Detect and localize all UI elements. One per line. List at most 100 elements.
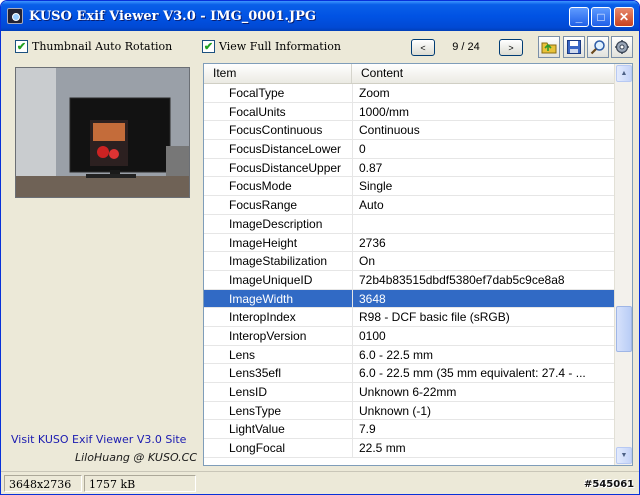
cell-item: FocusDistanceUpper (229, 160, 342, 175)
cell-item: FocusMode (229, 179, 292, 194)
table-row[interactable]: LensType Unknown (-1) (204, 401, 614, 421)
cell-item: FocusRange (229, 198, 298, 213)
thumbnail-image (15, 67, 190, 198)
view-full-information-label: View Full Information (219, 40, 341, 53)
table-row[interactable]: ImageStabilization On (204, 252, 614, 271)
minimize-button[interactable]: _ (569, 7, 589, 27)
cell-content: 0 (352, 140, 614, 158)
window-title: KUSO Exif Viewer V3.0 - IMG_0001.JPG (29, 8, 316, 24)
cell-item: ImageStabilization (229, 254, 328, 269)
cell-content: 72b4b83515dbdf5380ef7dab5c9ce8a8 (352, 270, 614, 289)
table-row[interactable]: FocusContinuous Continuous (204, 121, 614, 141)
cell-content (352, 214, 614, 233)
table-row[interactable]: FocusMode Single (204, 177, 614, 197)
view-full-information-option[interactable]: ✔ View Full Information (202, 40, 341, 53)
cell-item: FocalUnits (229, 104, 286, 119)
cell-item: ImageWidth (204, 289, 352, 308)
table-row[interactable]: Lens 6.0 - 22.5 mm (204, 345, 614, 365)
scrollbar-thumb[interactable] (616, 306, 632, 352)
zoom-icon (590, 40, 605, 55)
cell-item: FocusDistanceLower (229, 142, 342, 157)
table-row[interactable]: LensID Unknown 6-22mm (204, 383, 614, 402)
cell-content: Continuous (352, 121, 614, 140)
thumbnail-auto-rotation-label: Thumbnail Auto Rotation (32, 40, 173, 53)
table-row[interactable]: FocalType Zoom (204, 84, 614, 103)
column-header-item[interactable]: Item (204, 64, 352, 83)
column-header-content[interactable]: Content (352, 64, 614, 83)
table-row[interactable]: Lens35efl 6.0 - 22.5 mm (35 mm equivalent… (204, 364, 614, 383)
previous-image-button[interactable]: < (411, 39, 435, 56)
cell-content: 2736 (352, 233, 614, 252)
table-header: Item Content (204, 64, 614, 84)
cell-item: LensID (229, 385, 268, 399)
table-row[interactable]: InteropVersion 0100 (204, 326, 614, 346)
scroll-down-arrow-icon[interactable]: ▼ (616, 447, 632, 464)
table-row[interactable]: InteropIndex R98 - DCF basic file (sRGB) (204, 308, 614, 327)
view-full-information-checkbox[interactable]: ✔ (202, 40, 215, 53)
table-body: FocalType Zoom FocalUnits 1000/mm FocusConti… (204, 84, 614, 458)
save-button[interactable] (563, 36, 585, 58)
cell-content: Unknown 6-22mm (352, 383, 614, 401)
status-bar: 3648x2736 1757 kB (1, 471, 639, 494)
close-button[interactable]: ✕ (614, 7, 634, 27)
save-icon (567, 40, 581, 54)
table-row[interactable]: FocusRange Auto (204, 196, 614, 215)
table-row[interactable]: FocusDistanceUpper 0.87 (204, 158, 614, 178)
title-bar[interactable]: KUSO Exif Viewer V3.0 - IMG_0001.JPG _ □… (1, 1, 639, 31)
table-row[interactable]: FocusDistanceLower 0 (204, 140, 614, 159)
cell-content: R98 - DCF basic file (sRGB) (352, 308, 614, 326)
cell-content: 3648 (352, 289, 614, 308)
cell-content: 22.5 mm (352, 439, 614, 457)
cell-content: Auto (352, 196, 614, 214)
cell-item: ImageHeight (229, 235, 298, 250)
cell-item: InteropIndex (229, 310, 296, 325)
maximize-button[interactable]: □ (591, 7, 611, 27)
cell-item: ImageDescription (229, 216, 323, 231)
table-row[interactable]: ImageHeight 2736 (204, 233, 614, 253)
cell-content: On (352, 252, 614, 270)
vertical-scrollbar[interactable]: ▲ ▼ (614, 64, 632, 465)
zoom-button[interactable] (587, 36, 609, 58)
cell-item: LensType (229, 403, 282, 418)
exif-table: Item Content FocalType Zoom FocalUnits 1000… (203, 63, 633, 466)
cell-content: 1000/mm (352, 102, 614, 121)
cell-item: Lens (229, 347, 256, 362)
cell-item: FocusContinuous (229, 123, 323, 138)
camera-app-icon (7, 8, 23, 24)
open-folder-icon (541, 42, 557, 54)
visit-site-link[interactable]: Visit KUSO Exif Viewer V3.0 Site (11, 433, 186, 446)
cell-item: LongFocal (229, 441, 286, 456)
cell-item: InteropVersion (229, 328, 307, 343)
cell-content: Zoom (352, 84, 614, 102)
cell-content: Unknown (-1) (352, 401, 614, 420)
cell-content: 0.87 (352, 158, 614, 177)
table-row[interactable]: ImageDescription (204, 214, 614, 234)
cell-content: 7.9 (352, 420, 614, 439)
watermark-text: #545061 (584, 479, 635, 490)
cell-item: Lens35efl (229, 366, 282, 381)
table-row[interactable]: ImageWidth 3648 (204, 289, 614, 309)
next-image-button[interactable]: > (499, 39, 523, 56)
image-dimensions: 3648x2736 (4, 475, 82, 492)
settings-icon (615, 40, 629, 54)
table-row[interactable]: LongFocal 22.5 mm (204, 439, 614, 458)
cell-item: FocalType (229, 86, 285, 100)
scroll-up-arrow-icon[interactable]: ▲ (616, 65, 632, 82)
cell-item: ImageUniqueID (229, 272, 313, 287)
open-folder-button[interactable] (538, 36, 560, 58)
thumbnail-auto-rotation-checkbox[interactable]: ✔ (15, 40, 28, 53)
cell-content: 6.0 - 22.5 mm (352, 345, 614, 364)
cell-content: Single (352, 177, 614, 196)
thumbnail-auto-rotation-option[interactable]: ✔ Thumbnail Auto Rotation (15, 40, 172, 53)
cell-content: 6.0 - 22.5 mm (35 mm equivalent: 27.4 - … (352, 364, 614, 382)
file-size: 1757 kB (84, 475, 196, 492)
app-window: KUSO Exif Viewer V3.0 - IMG_0001.JPG _ □… (0, 0, 640, 495)
table-row[interactable]: ImageUniqueID 72b4b83515dbdf5380ef7dab5c9… (204, 270, 614, 290)
table-row[interactable]: FocalUnits 1000/mm (204, 102, 614, 122)
cell-content: 0100 (352, 326, 614, 345)
page-indicator: 9 / 24 (452, 41, 480, 53)
cell-item: LightValue (229, 422, 285, 437)
author-credit: LiloHuang @ KUSO.CC (75, 451, 198, 464)
settings-button[interactable] (611, 36, 633, 58)
table-row[interactable]: LightValue 7.9 (204, 420, 614, 440)
